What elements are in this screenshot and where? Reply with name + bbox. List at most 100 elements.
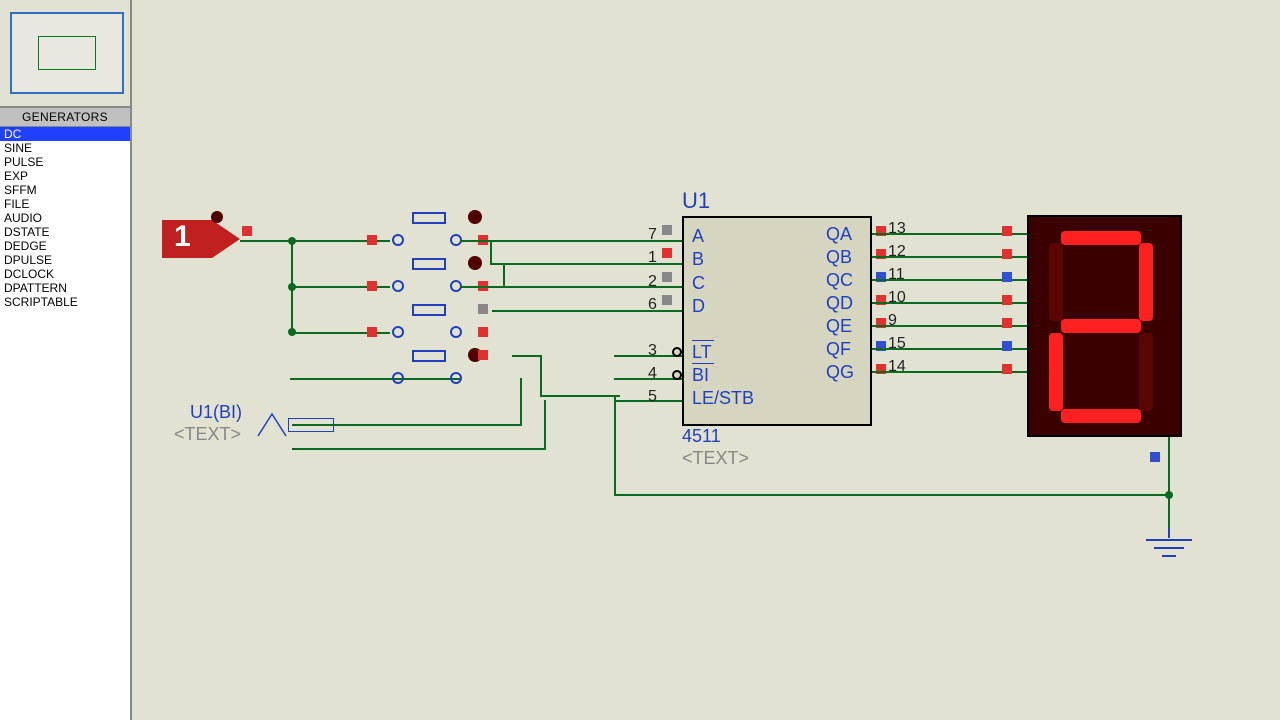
wire [544,400,546,450]
switch-contact[interactable] [392,234,404,246]
generator-item-dclock[interactable]: DCLOCK [0,267,130,281]
seven-segment-display[interactable] [1027,215,1182,437]
pin-label: QC [826,270,853,291]
ic-ref: U1 [682,188,710,214]
pin-label: QE [826,316,852,337]
pin-num: 15 [888,335,906,353]
sidebar: GENERATORS DCSINEPULSEEXPSFFMFILEAUDIODS… [0,0,132,720]
generator-label: U1(BI) [190,402,242,423]
state-pad [1002,318,1012,328]
pin-label: QD [826,293,853,314]
pin-num: 12 [888,243,906,261]
generator-item-dedge[interactable]: DEDGE [0,239,130,253]
switch-contact[interactable] [450,326,462,338]
generators-title: GENERATORS [0,108,130,127]
wire [540,395,620,397]
switch-contact[interactable] [392,372,404,384]
wire [1168,437,1170,497]
wire [292,448,546,450]
logic-source-value: 1 [174,220,191,254]
segment-b [1139,243,1153,321]
minimap-frame [38,36,96,70]
pin-label: QB [826,247,852,268]
generator-item-pulse[interactable]: PULSE [0,155,130,169]
pin-label: B [692,249,704,270]
schematic-canvas[interactable]: 1 [132,0,1280,720]
switch-knob[interactable] [468,210,482,224]
wire [503,264,505,288]
pin-label: QF [826,339,851,360]
generator-item-dc[interactable]: DC [0,127,130,141]
segment-a [1061,231,1141,245]
pin-num: 14 [888,358,906,376]
state-pad [478,350,488,360]
pin-label: A [692,226,704,247]
state-pad [662,295,672,305]
pin-num: 11 [888,266,905,284]
generator-item-dstate[interactable]: DSTATE [0,225,130,239]
state-pad [1002,295,1012,305]
generator-item-sffm[interactable]: SFFM [0,183,130,197]
segment-e [1049,333,1063,411]
generators-list: DCSINEPULSEEXPSFFMFILEAUDIODSTATEDEDGEDP… [0,127,130,720]
ic-placeholder: <TEXT> [682,448,749,469]
state-pad [367,235,377,245]
resistor[interactable] [412,258,446,270]
pin-num: 6 [648,296,657,314]
wire [520,378,522,426]
pin-num: 7 [648,226,657,244]
state-pad [662,248,672,258]
pin-num: 5 [648,388,657,406]
wire [290,378,460,380]
wire [1168,494,1170,530]
wire [292,424,522,426]
minimap[interactable] [10,12,124,94]
generator-item-sine[interactable]: SINE [0,141,130,155]
state-pad [662,272,672,282]
segment-d [1061,409,1141,423]
segment-c [1139,333,1153,411]
generator-item-dpulse[interactable]: DPULSE [0,253,130,267]
pin-num: 1 [648,249,657,267]
pin-num: 3 [648,342,657,360]
state-pad [1002,341,1012,351]
minimap-wrap [0,0,130,108]
pin-num: 13 [888,220,906,238]
ic-part: 4511 [682,426,721,447]
state-pad [478,327,488,337]
pin-label: QG [826,362,854,383]
pin-label: LT [692,342,712,363]
pin-num: 2 [648,273,657,291]
generator-item-scriptable[interactable]: SCRIPTABLE [0,295,130,309]
pin-num: 10 [888,289,906,307]
switch-knob[interactable] [468,256,482,270]
state-pad [242,226,252,236]
state-pad [1002,249,1012,259]
wire [614,494,1170,496]
ground-icon [1142,528,1196,678]
state-pad [1002,226,1012,236]
switch-contact[interactable] [392,326,404,338]
pin-label: BI [692,365,709,386]
generator-item-file[interactable]: FILE [0,197,130,211]
state-pad [1002,364,1012,374]
generator-item-exp[interactable]: EXP [0,169,130,183]
wire [490,240,492,263]
pin-label: LE/STB [692,388,754,409]
generator-item-audio[interactable]: AUDIO [0,211,130,225]
indicator-dot [211,211,223,223]
probe-icon[interactable] [254,410,290,440]
pin-label: QA [826,224,852,245]
resistor[interactable] [412,350,446,362]
resistor[interactable] [412,212,446,224]
generator-item-dpattern[interactable]: DPATTERN [0,281,130,295]
resistor[interactable] [412,304,446,316]
pin-num: 9 [888,312,897,330]
switch-contact[interactable] [392,280,404,292]
pin-label: D [692,296,705,317]
pin-num: 4 [648,365,657,383]
switch-contact[interactable] [450,372,462,384]
wire [540,355,542,395]
segment-g [1061,319,1141,333]
state-pad [662,225,672,235]
